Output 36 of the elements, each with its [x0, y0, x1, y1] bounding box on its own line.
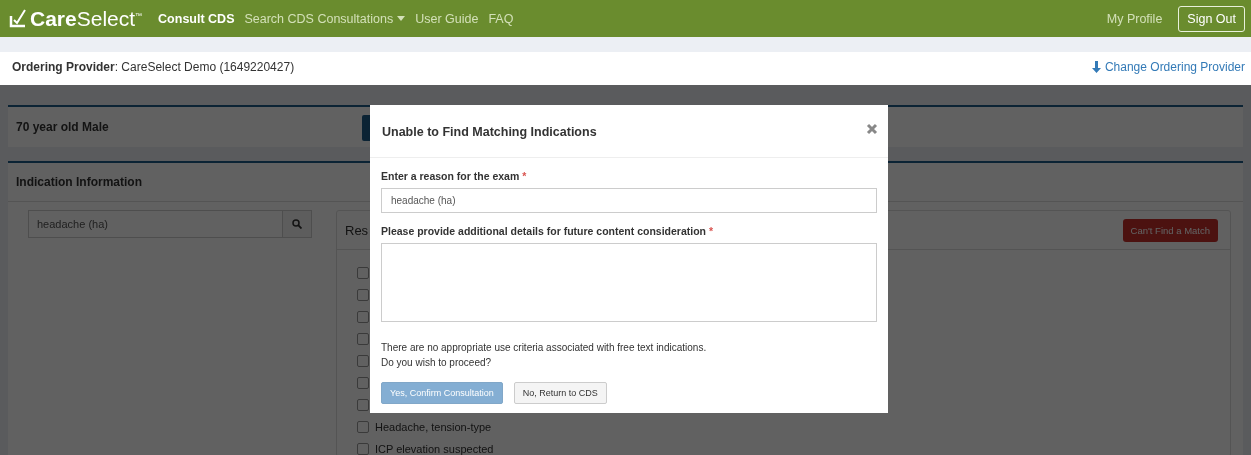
field-label: Please provide additional details for future content consideration *: [381, 225, 714, 237]
results-title: Res: [345, 222, 369, 238]
careselect-logo[interactable]: CareSelect$^{™}$: [8, 6, 143, 31]
checkbox[interactable]: [357, 267, 369, 279]
checkbox[interactable]: [357, 421, 369, 433]
reason-input-field[interactable]: headache (ha): [381, 188, 877, 213]
patient-summary: 70 year old Male: [16, 120, 109, 134]
checkbox[interactable]: [357, 289, 369, 301]
sign-out-button[interactable]: Sign Out: [1178, 5, 1245, 32]
checkbox[interactable]: [357, 333, 369, 345]
details-textarea[interactable]: [381, 243, 877, 322]
section-title: Indication Information: [16, 175, 142, 189]
nav-link[interactable]: Consult CDS: [158, 11, 235, 26]
message-text: Do you wish to proceed?: [381, 356, 493, 370]
result-label: ICP elevation suspected: [375, 443, 494, 455]
checkbox[interactable]: [357, 377, 369, 389]
nav-link[interactable]: FAQ: [488, 11, 514, 26]
checkbox[interactable]: [357, 311, 369, 323]
down-arrow-icon: [1091, 61, 1101, 73]
search-icon[interactable]: [292, 219, 302, 229]
ordering-provider-text: Ordering Provider: CareSelect Demo (1649220427): [12, 60, 295, 74]
cant-find-match-button[interactable]: Can't Find a Match: [1122, 218, 1218, 242]
change-provider-link[interactable]: Change Ordering Provider: [1091, 60, 1245, 74]
field-label: Enter a reason for the exam *: [381, 170, 528, 182]
search-field[interactable]: headache (ha): [28, 210, 312, 238]
my-profile-link[interactable]: My Profile: [1106, 11, 1163, 26]
close-icon[interactable]: [866, 123, 878, 135]
nav-link[interactable]: User Guide: [415, 11, 479, 26]
return-button[interactable]: No, Return to CDS: [513, 382, 607, 404]
result-label: Headache, tension-type: [375, 421, 492, 433]
message-text: There are no appropriate use criteria associated with free text indications.: [381, 341, 708, 355]
dialog-title: Unable to Find Matching Indications: [382, 125, 597, 139]
checkbox[interactable]: [357, 443, 369, 455]
checkbox[interactable]: [357, 399, 369, 411]
nav-link[interactable]: Search CDS Consultations: [244, 11, 406, 26]
checkbox[interactable]: [357, 355, 369, 367]
